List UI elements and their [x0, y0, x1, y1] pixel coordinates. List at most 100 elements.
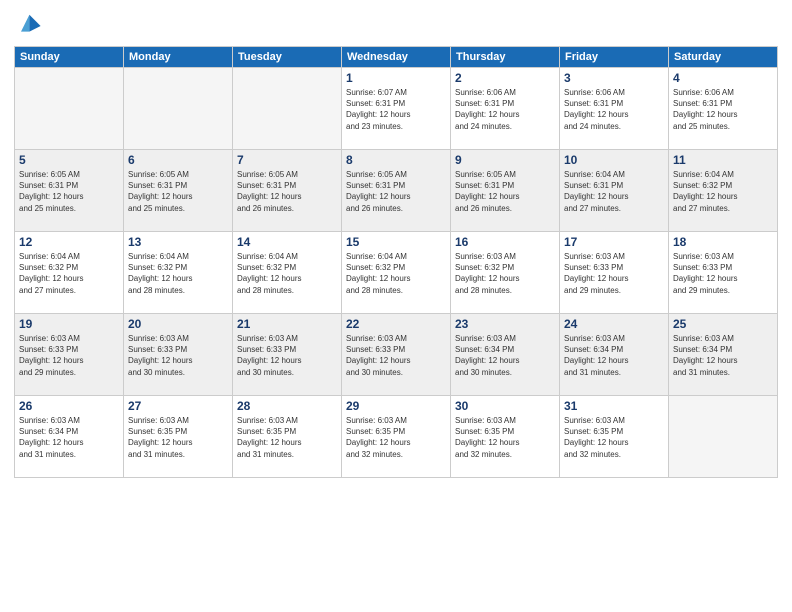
day-info: Sunrise: 6:07 AM Sunset: 6:31 PM Dayligh…	[346, 87, 446, 132]
day-number: 25	[673, 317, 773, 331]
calendar-day-cell: 9 Sunrise: 6:05 AM Sunset: 6:31 PM Daylig…	[451, 150, 560, 232]
day-info: Sunrise: 6:05 AM Sunset: 6:31 PM Dayligh…	[19, 169, 119, 214]
day-number: 28	[237, 399, 337, 413]
weekday-header-row: SundayMondayTuesdayWednesdayThursdayFrid…	[15, 47, 778, 68]
calendar-day-cell: 22 Sunrise: 6:03 AM Sunset: 6:33 PM Dayli…	[342, 314, 451, 396]
day-number: 2	[455, 71, 555, 85]
calendar-day-cell: 2Sunrise: 6:06 AM Sunset: 6:31 PM Daylig…	[451, 68, 560, 150]
calendar-day-cell: 4 Sunrise: 6:06 AM Sunset: 6:31 PM Daylig…	[669, 68, 778, 150]
calendar-day-cell: 28 Sunrise: 6:03 AM Sunset: 6:35 PM Dayli…	[233, 396, 342, 478]
calendar-day-cell: 5 Sunrise: 6:05 AM Sunset: 6:31 PM Daylig…	[15, 150, 124, 232]
calendar-day-cell	[669, 396, 778, 478]
day-info: Sunrise: 6:05 AM Sunset: 6:31 PM Dayligh…	[455, 169, 555, 214]
calendar-day-cell: 10Sunrise: 6:04 AM Sunset: 6:31 PM Dayli…	[560, 150, 669, 232]
calendar-day-cell: 21 Sunrise: 6:03 AM Sunset: 6:33 PM Dayli…	[233, 314, 342, 396]
logo	[14, 12, 46, 40]
day-number: 1	[346, 71, 446, 85]
day-number: 7	[237, 153, 337, 167]
day-info: Sunrise: 6:06 AM Sunset: 6:31 PM Dayligh…	[673, 87, 773, 132]
day-info: Sunrise: 6:04 AM Sunset: 6:32 PM Dayligh…	[673, 169, 773, 214]
calendar-day-cell: 27 Sunrise: 6:03 AM Sunset: 6:35 PM Dayli…	[124, 396, 233, 478]
day-number: 12	[19, 235, 119, 249]
day-number: 26	[19, 399, 119, 413]
day-info: Sunrise: 6:05 AM Sunset: 6:31 PM Dayligh…	[237, 169, 337, 214]
day-info: Sunrise: 6:03 AM Sunset: 6:35 PM Dayligh…	[564, 415, 664, 460]
weekday-header-sunday: Sunday	[15, 47, 124, 68]
day-info: Sunrise: 6:03 AM Sunset: 6:34 PM Dayligh…	[19, 415, 119, 460]
day-number: 14	[237, 235, 337, 249]
day-info: Sunrise: 6:03 AM Sunset: 6:33 PM Dayligh…	[564, 251, 664, 296]
calendar-table: SundayMondayTuesdayWednesdayThursdayFrid…	[14, 46, 778, 478]
day-info: Sunrise: 6:03 AM Sunset: 6:35 PM Dayligh…	[455, 415, 555, 460]
calendar-day-cell: 18Sunrise: 6:03 AM Sunset: 6:33 PM Dayli…	[669, 232, 778, 314]
day-info: Sunrise: 6:03 AM Sunset: 6:32 PM Dayligh…	[455, 251, 555, 296]
day-info: Sunrise: 6:03 AM Sunset: 6:35 PM Dayligh…	[346, 415, 446, 460]
calendar-day-cell: 31 Sunrise: 6:03 AM Sunset: 6:35 PM Dayli…	[560, 396, 669, 478]
calendar-day-cell: 13 Sunrise: 6:04 AM Sunset: 6:32 PM Dayli…	[124, 232, 233, 314]
day-number: 21	[237, 317, 337, 331]
day-number: 17	[564, 235, 664, 249]
calendar-week-row: 12 Sunrise: 6:04 AM Sunset: 6:32 PM Dayli…	[15, 232, 778, 314]
day-number: 6	[128, 153, 228, 167]
day-number: 23	[455, 317, 555, 331]
calendar-day-cell: 19 Sunrise: 6:03 AM Sunset: 6:33 PM Dayli…	[15, 314, 124, 396]
day-info: Sunrise: 6:03 AM Sunset: 6:35 PM Dayligh…	[237, 415, 337, 460]
day-number: 9	[455, 153, 555, 167]
calendar-week-row: 19 Sunrise: 6:03 AM Sunset: 6:33 PM Dayli…	[15, 314, 778, 396]
day-info: Sunrise: 6:03 AM Sunset: 6:34 PM Dayligh…	[564, 333, 664, 378]
day-number: 11	[673, 153, 773, 167]
day-info: Sunrise: 6:04 AM Sunset: 6:32 PM Dayligh…	[19, 251, 119, 296]
calendar-day-cell: 17 Sunrise: 6:03 AM Sunset: 6:33 PM Dayli…	[560, 232, 669, 314]
day-info: Sunrise: 6:04 AM Sunset: 6:32 PM Dayligh…	[237, 251, 337, 296]
day-info: Sunrise: 6:05 AM Sunset: 6:31 PM Dayligh…	[346, 169, 446, 214]
day-info: Sunrise: 6:03 AM Sunset: 6:33 PM Dayligh…	[237, 333, 337, 378]
calendar-day-cell: 12 Sunrise: 6:04 AM Sunset: 6:32 PM Dayli…	[15, 232, 124, 314]
weekday-header-thursday: Thursday	[451, 47, 560, 68]
day-number: 24	[564, 317, 664, 331]
day-info: Sunrise: 6:03 AM Sunset: 6:33 PM Dayligh…	[128, 333, 228, 378]
day-number: 13	[128, 235, 228, 249]
day-number: 3	[564, 71, 664, 85]
weekday-header-monday: Monday	[124, 47, 233, 68]
day-info: Sunrise: 6:05 AM Sunset: 6:31 PM Dayligh…	[128, 169, 228, 214]
day-number: 27	[128, 399, 228, 413]
day-number: 22	[346, 317, 446, 331]
calendar-day-cell: 23 Sunrise: 6:03 AM Sunset: 6:34 PM Dayli…	[451, 314, 560, 396]
calendar-week-row: 1 Sunrise: 6:07 AM Sunset: 6:31 PM Daylig…	[15, 68, 778, 150]
weekday-header-wednesday: Wednesday	[342, 47, 451, 68]
calendar-day-cell	[124, 68, 233, 150]
calendar-day-cell: 7 Sunrise: 6:05 AM Sunset: 6:31 PM Daylig…	[233, 150, 342, 232]
day-number: 5	[19, 153, 119, 167]
calendar-day-cell	[15, 68, 124, 150]
calendar-week-row: 26 Sunrise: 6:03 AM Sunset: 6:34 PM Dayli…	[15, 396, 778, 478]
calendar-day-cell: 26 Sunrise: 6:03 AM Sunset: 6:34 PM Dayli…	[15, 396, 124, 478]
day-number: 16	[455, 235, 555, 249]
weekday-header-tuesday: Tuesday	[233, 47, 342, 68]
calendar-week-row: 5 Sunrise: 6:05 AM Sunset: 6:31 PM Daylig…	[15, 150, 778, 232]
day-number: 30	[455, 399, 555, 413]
calendar-day-cell: 6 Sunrise: 6:05 AM Sunset: 6:31 PM Daylig…	[124, 150, 233, 232]
day-info: Sunrise: 6:03 AM Sunset: 6:34 PM Dayligh…	[673, 333, 773, 378]
day-info: Sunrise: 6:03 AM Sunset: 6:34 PM Dayligh…	[455, 333, 555, 378]
calendar-day-cell: 15Sunrise: 6:04 AM Sunset: 6:32 PM Dayli…	[342, 232, 451, 314]
day-info: Sunrise: 6:04 AM Sunset: 6:32 PM Dayligh…	[128, 251, 228, 296]
day-number: 31	[564, 399, 664, 413]
calendar-day-cell: 20Sunrise: 6:03 AM Sunset: 6:33 PM Dayli…	[124, 314, 233, 396]
calendar-day-cell: 1 Sunrise: 6:07 AM Sunset: 6:31 PM Daylig…	[342, 68, 451, 150]
weekday-header-saturday: Saturday	[669, 47, 778, 68]
day-number: 29	[346, 399, 446, 413]
page: SundayMondayTuesdayWednesdayThursdayFrid…	[0, 0, 792, 612]
header	[14, 12, 778, 40]
calendar-day-cell	[233, 68, 342, 150]
day-info: Sunrise: 6:03 AM Sunset: 6:33 PM Dayligh…	[346, 333, 446, 378]
day-number: 18	[673, 235, 773, 249]
day-info: Sunrise: 6:03 AM Sunset: 6:33 PM Dayligh…	[19, 333, 119, 378]
calendar-day-cell: 29 Sunrise: 6:03 AM Sunset: 6:35 PM Dayli…	[342, 396, 451, 478]
day-info: Sunrise: 6:03 AM Sunset: 6:35 PM Dayligh…	[128, 415, 228, 460]
day-info: Sunrise: 6:04 AM Sunset: 6:32 PM Dayligh…	[346, 251, 446, 296]
day-number: 8	[346, 153, 446, 167]
day-number: 4	[673, 71, 773, 85]
calendar-day-cell: 25 Sunrise: 6:03 AM Sunset: 6:34 PM Dayli…	[669, 314, 778, 396]
day-info: Sunrise: 6:06 AM Sunset: 6:31 PM Dayligh…	[564, 87, 664, 132]
day-number: 19	[19, 317, 119, 331]
